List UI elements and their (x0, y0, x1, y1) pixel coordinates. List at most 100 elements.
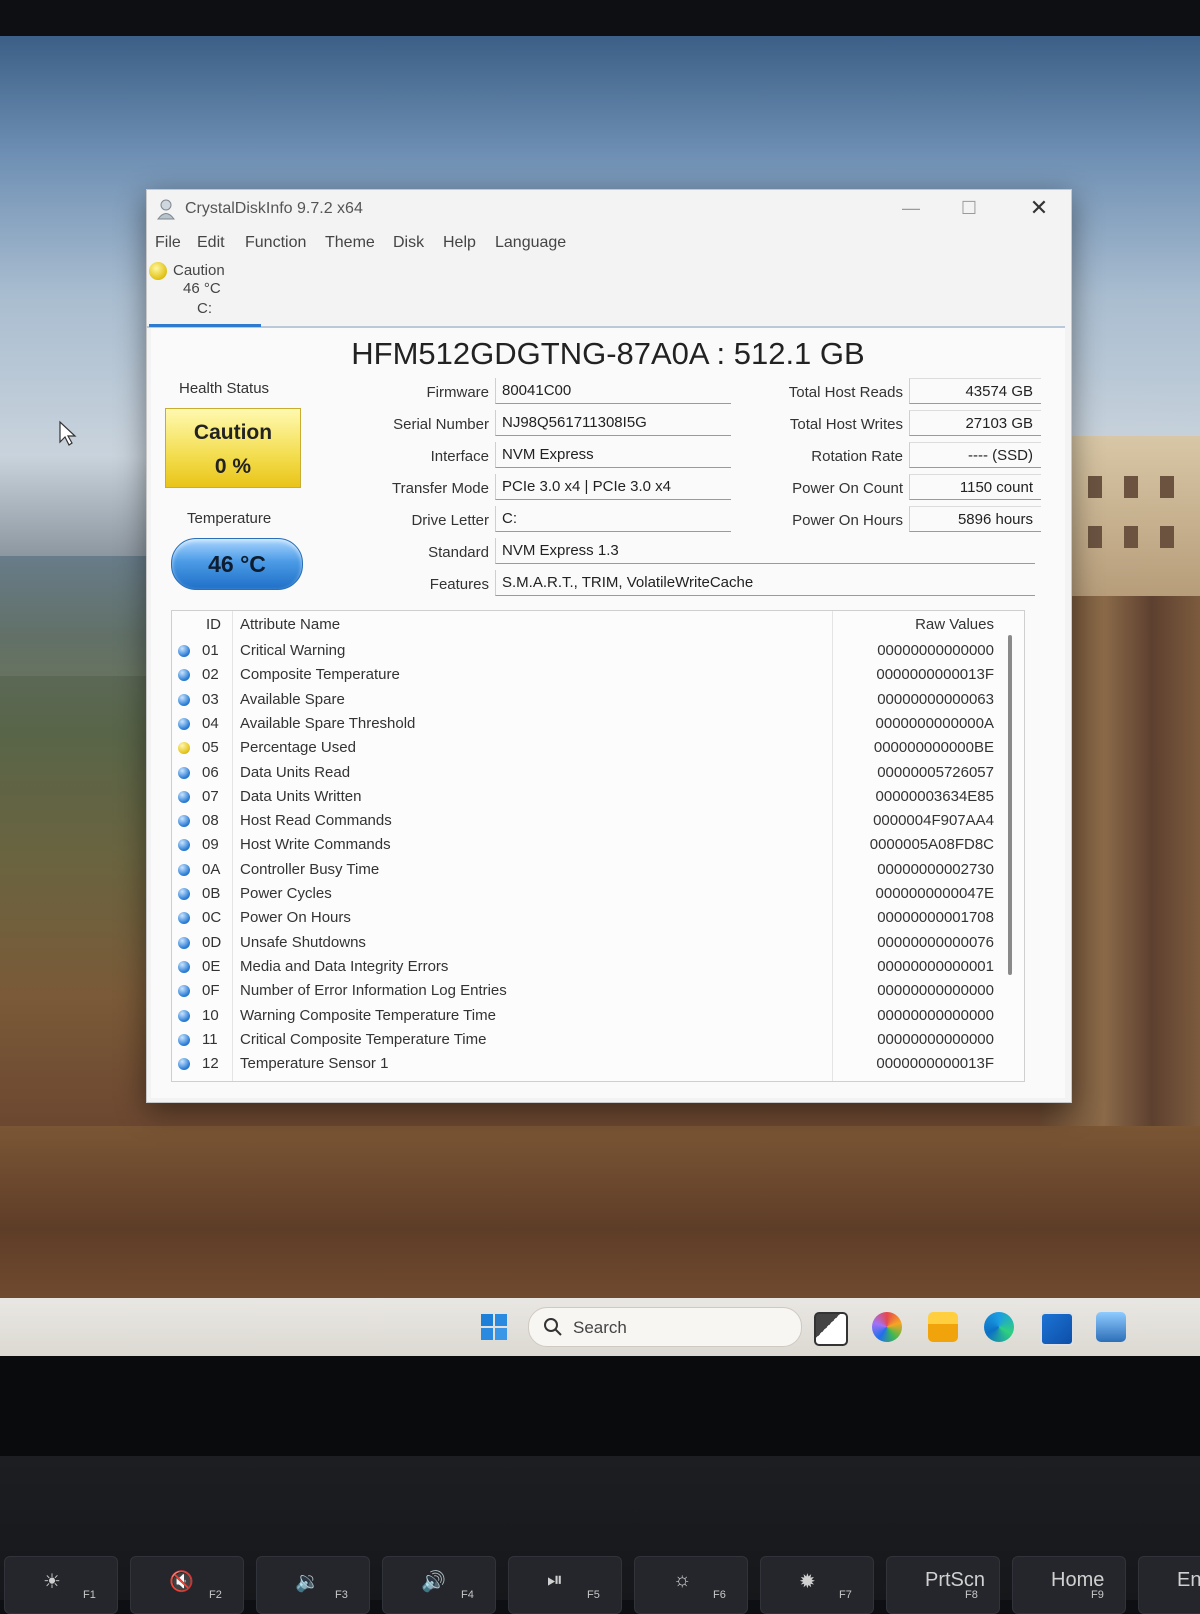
title-bar[interactable]: CrystalDiskInfo 9.7.2 x64 — ☐ ✕ (147, 190, 1071, 226)
attribute-name: Data Units Read (240, 763, 351, 781)
table-row[interactable]: 0A Controller Busy Time 00000000002730 (172, 858, 1024, 882)
header-attribute-name[interactable]: Attribute Name (240, 616, 340, 633)
good-status-icon (178, 790, 190, 803)
serial-value: NJ98Q561711308I5G (495, 410, 731, 436)
function-key-symbol: 🔊 (421, 1571, 446, 1593)
function-key-label: F7 (839, 1589, 852, 1601)
firmware-value: 80041C00 (495, 378, 731, 404)
total-host-reads-label: Total Host Reads (788, 384, 903, 401)
table-row[interactable]: 06 Data Units Read 00000005726057 (172, 761, 1024, 785)
menu-help[interactable]: Help (443, 234, 476, 252)
table-header: ID Attribute Name Raw Values (172, 611, 1024, 637)
transfer-mode-value: PCIe 3.0 x4 | PCIe 3.0 x4 (495, 474, 731, 500)
header-id[interactable]: ID (206, 616, 221, 633)
header-raw-values[interactable]: Raw Values (915, 616, 994, 633)
table-row[interactable]: 12 Temperature Sensor 1 0000000000013F (172, 1052, 1024, 1076)
menu-language[interactable]: Language (495, 234, 566, 252)
function-key-label: F2 (209, 1589, 222, 1601)
task-view-icon[interactable] (814, 1312, 848, 1346)
attribute-raw-value: 00000000001708 (877, 909, 994, 927)
taskbar-search-box[interactable]: Search (528, 1307, 802, 1347)
function-key-symbol: ☼ (673, 1569, 692, 1591)
attribute-raw-value: 00000005726057 (877, 763, 994, 781)
attribute-id: 12 (202, 1055, 219, 1073)
table-scrollbar[interactable] (1008, 635, 1012, 975)
attribute-name: Available Spare (240, 690, 345, 708)
minimize-button[interactable]: — (889, 194, 933, 222)
attribute-id: 0F (202, 982, 220, 1000)
active-tab-indicator (149, 324, 261, 327)
attribute-raw-value: 00000000000000 (877, 982, 994, 1000)
function-key-label: F6 (713, 1589, 726, 1601)
table-row[interactable]: 0E Media and Data Integrity Errors 0000000… (172, 955, 1024, 979)
standard-label: Standard (428, 544, 489, 561)
menu-function[interactable]: Function (245, 234, 306, 252)
attribute-name: Composite Temperature (240, 666, 400, 684)
function-key-symbol: En (1177, 1569, 1200, 1591)
attribute-id: 0B (202, 885, 221, 902)
table-row[interactable]: 11 Critical Composite Temperature Time 000… (172, 1028, 1024, 1052)
interface-label: Interface (430, 448, 489, 465)
good-status-icon (178, 936, 190, 949)
menu-edit[interactable]: Edit (197, 234, 225, 252)
menu-disk[interactable]: Disk (393, 234, 424, 252)
attribute-name: Media and Data Integrity Errors (240, 957, 449, 975)
function-key: Home F9 (1012, 1556, 1126, 1614)
function-key: ✹ F7 (760, 1556, 874, 1614)
table-row[interactable]: 01 Critical Warning 00000000000000 (172, 639, 1024, 663)
table-row[interactable]: 0B Power Cycles 0000000000047E (172, 882, 1024, 906)
start-icon[interactable] (480, 1313, 508, 1341)
attribute-raw-value: 0000000000000A (875, 714, 994, 732)
copilot-icon[interactable] (872, 1312, 902, 1342)
table-row[interactable]: 0C Power On Hours 00000000001708 (172, 906, 1024, 930)
temperature-badge[interactable]: 46 °C (171, 538, 303, 590)
attribute-id: 0E (202, 957, 221, 975)
disk-tab-drive: C: (197, 300, 212, 317)
attribute-name: Temperature Sensor 1 (240, 1055, 389, 1073)
attribute-raw-value: 00000000000000 (877, 1030, 994, 1048)
interface-value: NVM Express (495, 442, 731, 468)
menu-file[interactable]: File (155, 234, 181, 252)
close-button[interactable]: ✕ (1017, 194, 1061, 222)
function-key: PrtScn F8 (886, 1556, 1000, 1614)
disk-tab-c[interactable]: Caution 46 °C C: (147, 258, 261, 320)
table-row[interactable]: 04 Available Spare Threshold 0000000000000… (172, 712, 1024, 736)
table-row[interactable]: 0D Unsafe Shutdowns 00000000000076 (172, 931, 1024, 955)
table-row[interactable]: 07 Data Units Written 00000003634E85 (172, 785, 1024, 809)
attribute-id: 0D (202, 933, 222, 951)
power-on-count-value: 1150 count (909, 474, 1041, 500)
features-label: Features (429, 576, 489, 593)
function-key-symbol: ⏯ (547, 1569, 563, 1591)
attribute-raw-value: 0000000000013F (876, 666, 994, 684)
good-status-icon (178, 717, 190, 730)
table-row[interactable]: 05 Percentage Used 000000000000BE (172, 736, 1024, 760)
attribute-id: 04 (202, 714, 219, 732)
caution-status-icon (178, 742, 190, 755)
function-key-label: F8 (965, 1589, 978, 1601)
attribute-raw-value: 0000000000047E (875, 885, 994, 902)
table-row[interactable]: 10 Warning Composite Temperature Time 0000… (172, 1004, 1024, 1028)
table-row[interactable]: 03 Available Spare 00000000000063 (172, 688, 1024, 712)
store-icon[interactable] (1040, 1312, 1074, 1346)
health-status-badge[interactable]: Caution 0 % (165, 408, 301, 488)
serial-label: Serial Number (393, 416, 489, 433)
table-row[interactable]: 02 Composite Temperature 0000000000013F (172, 663, 1024, 687)
taskbar: Search (0, 1298, 1200, 1356)
table-row[interactable]: 09 Host Write Commands 0000005A08FD8C (172, 833, 1024, 857)
edge-icon[interactable] (984, 1312, 1014, 1342)
photos-icon[interactable] (1096, 1312, 1126, 1342)
file-explorer-icon[interactable] (928, 1312, 958, 1342)
attribute-name: Available Spare Threshold (240, 714, 416, 732)
menu-theme[interactable]: Theme (325, 234, 375, 252)
attribute-raw-value: 00000000000000 (877, 1006, 994, 1024)
table-row[interactable]: 08 Host Read Commands 0000004F907AA4 (172, 809, 1024, 833)
attribute-id: 10 (202, 1006, 219, 1024)
function-key-label: F4 (461, 1589, 474, 1601)
table-row[interactable]: 0F Number of Error Information Log Entrie… (172, 979, 1024, 1003)
function-key-label: F5 (587, 1589, 600, 1601)
attribute-id: 01 (202, 642, 219, 659)
smart-attributes-table[interactable]: ID Attribute Name Raw Values 01 Critical … (171, 610, 1025, 1082)
total-host-writes-label: Total Host Writes (789, 416, 903, 433)
maximize-button[interactable]: ☐ (947, 194, 991, 222)
good-status-icon (178, 693, 190, 706)
